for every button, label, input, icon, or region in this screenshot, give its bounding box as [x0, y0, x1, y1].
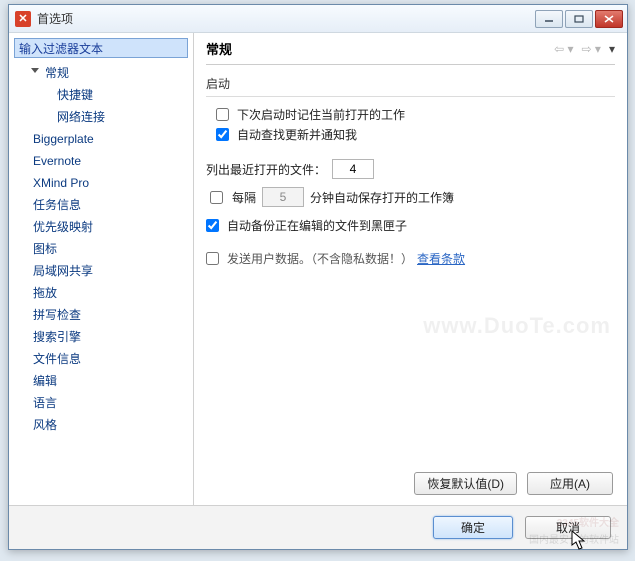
auto-backup-row[interactable]: 自动备份正在编辑的文件到黑匣子 [206, 217, 615, 234]
filter-input[interactable] [14, 38, 188, 58]
preferences-window: ✕ 首选项 常规 快捷键 网络连接 Biggerplate Evernote X… [8, 4, 628, 550]
sidebar: 常规 快捷键 网络连接 Biggerplate Evernote XMind P… [9, 33, 194, 505]
recent-files-label: 列出最近打开的文件： [206, 161, 326, 178]
remember-open-checkbox[interactable] [216, 108, 229, 121]
back-icon[interactable]: ⇦ ▾ [554, 42, 573, 56]
sidebar-item-evernote[interactable]: Evernote [9, 150, 193, 172]
ok-button[interactable]: 确定 [433, 516, 513, 539]
auto-update-checkbox[interactable] [216, 128, 229, 141]
content-area: 常规 快捷键 网络连接 Biggerplate Evernote XMind P… [9, 33, 627, 505]
auto-update-row[interactable]: 自动查找更新并通知我 [216, 126, 615, 143]
auto-update-label: 自动查找更新并通知我 [237, 126, 357, 143]
send-data-row: 发送用户数据。（不含隐私数据！） 查看条款 [206, 250, 615, 267]
send-data-checkbox[interactable] [206, 252, 219, 265]
auto-backup-label: 自动备份正在编辑的文件到黑匣子 [227, 217, 407, 234]
sidebar-item-shortcuts[interactable]: 快捷键 [9, 84, 193, 106]
panel-nav: ⇦ ▾ ⇨ ▾ ▾ [554, 42, 615, 56]
minimize-icon [544, 15, 554, 23]
titlebar: ✕ 首选项 [9, 5, 627, 33]
terms-link[interactable]: 查看条款 [417, 250, 465, 267]
startup-group: 启动 下次启动时记住当前打开的工作 自动查找更新并通知我 [206, 75, 615, 143]
sidebar-item-style[interactable]: 风格 [9, 414, 193, 436]
sidebar-item-dragdrop[interactable]: 拖放 [9, 282, 193, 304]
app-icon: ✕ [15, 11, 31, 27]
window-controls [535, 10, 623, 28]
minimize-button[interactable] [535, 10, 563, 28]
sidebar-item-biggerplate[interactable]: Biggerplate [9, 128, 193, 150]
sidebar-item-general[interactable]: 常规 [9, 62, 193, 84]
send-data-label: 发送用户数据。（不含隐私数据！） [227, 250, 413, 267]
sidebar-item-xmindpro[interactable]: XMind Pro [9, 172, 193, 194]
restore-defaults-button[interactable]: 恢复默认值(D) [414, 472, 517, 495]
sidebar-item-search[interactable]: 搜索引擎 [9, 326, 193, 348]
main-panel: 常规 ⇦ ▾ ⇨ ▾ ▾ 启动 下次启动时记住当前打开的工作 自动查找更新 [194, 33, 627, 505]
sidebar-item-spell[interactable]: 拼写检查 [9, 304, 193, 326]
sidebar-item-lan[interactable]: 局域网共享 [9, 260, 193, 282]
sidebar-item-edit[interactable]: 编辑 [9, 370, 193, 392]
remember-open-row[interactable]: 下次启动时记住当前打开的工作 [216, 106, 615, 123]
sidebar-item-fileinfo[interactable]: 文件信息 [9, 348, 193, 370]
close-icon [604, 15, 614, 23]
autosave-row: 每隔 分钟自动保存打开的工作簿 [206, 187, 615, 207]
forward-icon[interactable]: ⇨ ▾ [582, 42, 601, 56]
sidebar-item-language[interactable]: 语言 [9, 392, 193, 414]
sidebar-item-icons[interactable]: 图标 [9, 238, 193, 260]
apply-button[interactable]: 应用(A) [527, 472, 613, 495]
close-button[interactable] [595, 10, 623, 28]
watermark-tagline: 国内最安全的软件站 [529, 531, 619, 546]
autosave-every-label: 每隔 [232, 189, 256, 206]
panel-header: 常规 ⇦ ▾ ⇨ ▾ ▾ [206, 39, 615, 65]
watermark-badge: 2345软件大全 [557, 514, 619, 529]
autosave-minutes-input[interactable] [262, 187, 304, 207]
window-title: 首选项 [37, 10, 535, 27]
maximize-button[interactable] [565, 10, 593, 28]
recent-files-row: 列出最近打开的文件： [206, 159, 615, 179]
startup-group-title: 启动 [206, 75, 615, 92]
watermark-domain: www.DuoTe.com [423, 313, 611, 339]
menu-icon[interactable]: ▾ [609, 42, 615, 56]
panel-buttons: 恢复默认值(D) 应用(A) [414, 472, 613, 495]
autosave-suffix-label: 分钟自动保存打开的工作簿 [310, 189, 454, 206]
autosave-checkbox[interactable] [210, 191, 223, 204]
sidebar-item-priority[interactable]: 优先级映射 [9, 216, 193, 238]
sidebar-item-network[interactable]: 网络连接 [9, 106, 193, 128]
sidebar-item-taskinfo[interactable]: 任务信息 [9, 194, 193, 216]
recent-files-input[interactable] [332, 159, 374, 179]
remember-open-label: 下次启动时记住当前打开的工作 [237, 106, 405, 123]
maximize-icon [574, 15, 584, 23]
auto-backup-checkbox[interactable] [206, 219, 219, 232]
category-tree[interactable]: 常规 快捷键 网络连接 Biggerplate Evernote XMind P… [9, 60, 193, 505]
panel-title: 常规 [206, 39, 554, 58]
